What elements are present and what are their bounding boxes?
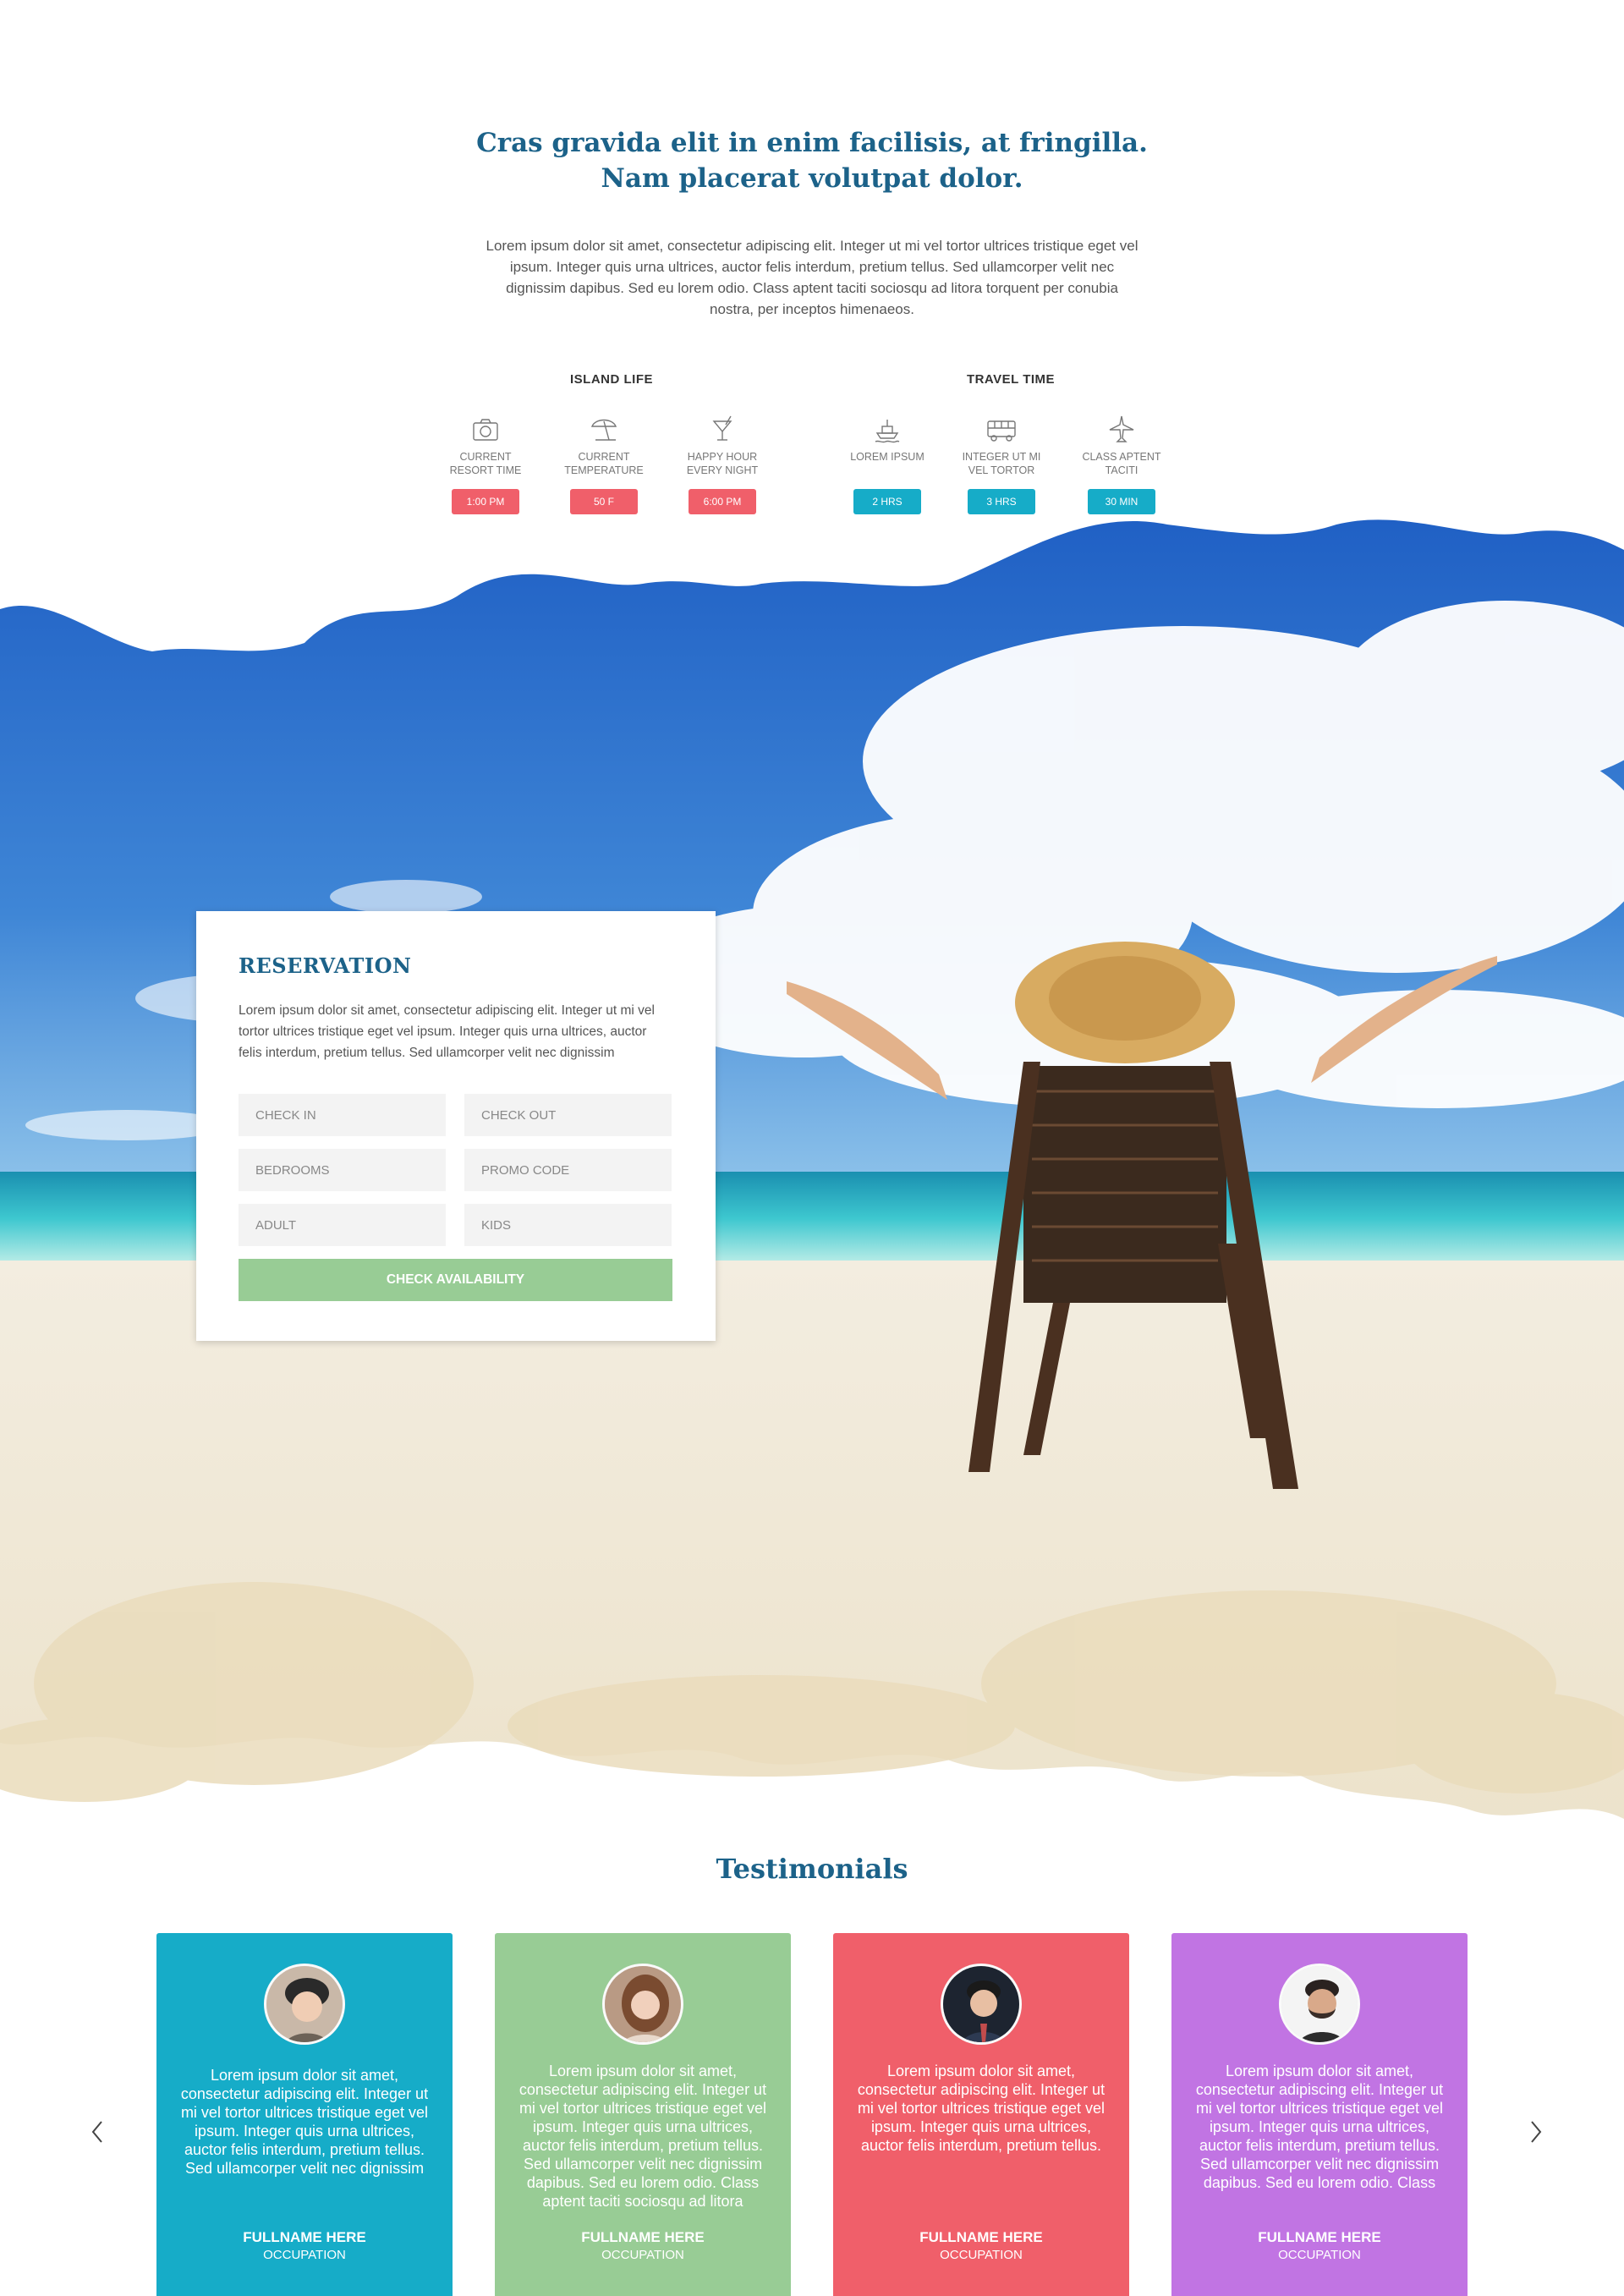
info-badge: 1:00 PM (452, 489, 519, 514)
island-life-group: ISLAND LIFE CURRENT RESORT TIME 1:00 PM (442, 372, 781, 514)
info-label: CURRENT RESORT TIME (449, 451, 522, 476)
info-badge: 30 MIN (1088, 489, 1155, 514)
intro-title: Cras gravida elit in enim facilisis, at … (0, 125, 1624, 196)
check-availability-button[interactable]: CHECK AVAILABILITY (239, 1259, 672, 1301)
testimonials-next-button[interactable] (1523, 2115, 1549, 2149)
travel-time-title: TRAVEL TIME (966, 372, 1056, 387)
bedrooms-input[interactable] (239, 1149, 446, 1191)
beach-chair (787, 942, 1497, 1489)
testimonial-quote: Lorem ipsum dolor sit amet, consectetur … (1195, 2063, 1444, 2191)
testimonial-quote: Lorem ipsum dolor sit amet, consectetur … (180, 2067, 429, 2177)
testimonial-occupation: OCCUPATION (1278, 2248, 1361, 2262)
island-life-item-temperature: CURRENT TEMPERATURE 50 F (557, 413, 650, 514)
testimonial-name: FULLNAME HERE (243, 2229, 366, 2245)
chevron-left-icon (91, 2121, 102, 2143)
testimonial-card-4: Lorem ipsum dolor sit amet, consectetur … (1171, 1933, 1468, 2296)
testimonial-name: FULLNAME HERE (919, 2229, 1043, 2245)
chevron-right-icon (1531, 2121, 1542, 2143)
intro-text: Lorem ipsum dolor sit amet, consectetur … (486, 238, 1138, 317)
testimonial-card-1: Lorem ipsum dolor sit amet, consectetur … (156, 1933, 453, 2296)
avatar-image (1281, 1966, 1358, 2042)
adult-input[interactable] (239, 1204, 446, 1246)
beach-umbrella-icon (590, 419, 617, 441)
testimonial-name: FULLNAME HERE (1258, 2229, 1381, 2245)
travel-time-item-1: LOREM IPSUM 2 HRS (841, 413, 934, 514)
avatar (264, 1964, 345, 2045)
testimonial-occupation: OCCUPATION (940, 2248, 1023, 2262)
info-label: CLASS APTENT TACITI (1082, 451, 1161, 476)
check-out-input[interactable] (464, 1094, 672, 1136)
testimonials-prev-button[interactable] (85, 2115, 110, 2149)
info-badge: 2 HRS (853, 489, 921, 514)
reservation-text: Lorem ipsum dolor sit amet, consectetur … (239, 1003, 655, 1060)
testimonial-card-3: Lorem ipsum dolor sit amet, consectetur … (833, 1933, 1129, 2296)
avatar-image (605, 1966, 681, 2042)
testimonial-card-2: Lorem ipsum dolor sit amet, consectetur … (495, 1933, 791, 2296)
island-life-title: ISLAND LIFE (570, 372, 653, 387)
avatar (941, 1964, 1022, 2045)
testimonial-name: FULLNAME HERE (581, 2229, 705, 2245)
avatar (602, 1964, 683, 2045)
airplane-icon (1109, 415, 1134, 442)
avatar-image (943, 1966, 1019, 2042)
info-badge: 3 HRS (968, 489, 1035, 514)
testimonial-quote: Lorem ipsum dolor sit amet, consectetur … (518, 2063, 767, 2210)
testimonial-quote: Lorem ipsum dolor sit amet, consectetur … (857, 2063, 1106, 2154)
travel-time-item-2: INTEGER UT MI VEL TORTOR 3 HRS (955, 413, 1048, 514)
intro-title-line-2: Nam placerat volutpat dolor. (601, 163, 1023, 194)
avatar (1279, 1964, 1360, 2045)
promo-code-input[interactable] (464, 1149, 672, 1191)
info-label: INTEGER UT MI VEL TORTOR (962, 451, 1041, 476)
travel-time-item-3: CLASS APTENT TACITI 30 MIN (1075, 413, 1168, 514)
testimonial-occupation: OCCUPATION (601, 2248, 684, 2262)
camera-icon (473, 419, 498, 441)
island-life-item-happy-hour: HAPPY HOUR EVERY NIGHT 6:00 PM (676, 413, 769, 514)
info-badge: 50 F (570, 489, 638, 514)
check-in-input[interactable] (239, 1094, 446, 1136)
travel-time-group: TRAVEL TIME LOREM IPSUM 2 HRS INTEGER UT… (842, 372, 1180, 514)
island-life-item-resort-time: CURRENT RESORT TIME 1:00 PM (439, 413, 532, 514)
testimonial-occupation: OCCUPATION (263, 2248, 346, 2262)
info-badge: 6:00 PM (689, 489, 756, 514)
ship-icon (875, 420, 900, 443)
testimonials-title: Testimonials (716, 1853, 908, 1885)
kids-input[interactable] (464, 1204, 672, 1246)
reservation-card: RESERVATION Lorem ipsum dolor sit amet, … (196, 911, 716, 1341)
info-label: HAPPY HOUR EVERY NIGHT (686, 451, 759, 476)
reservation-title: RESERVATION (239, 953, 412, 978)
info-label: CURRENT TEMPERATURE (564, 451, 644, 476)
info-label: LOREM IPSUM (850, 451, 924, 463)
cocktail-icon (712, 415, 732, 441)
bus-icon (987, 420, 1016, 442)
avatar-image (266, 1966, 343, 2042)
intro-title-line-1: Cras gravida elit in enim facilisis, at … (476, 128, 1148, 158)
reservation-form (239, 1094, 673, 1246)
